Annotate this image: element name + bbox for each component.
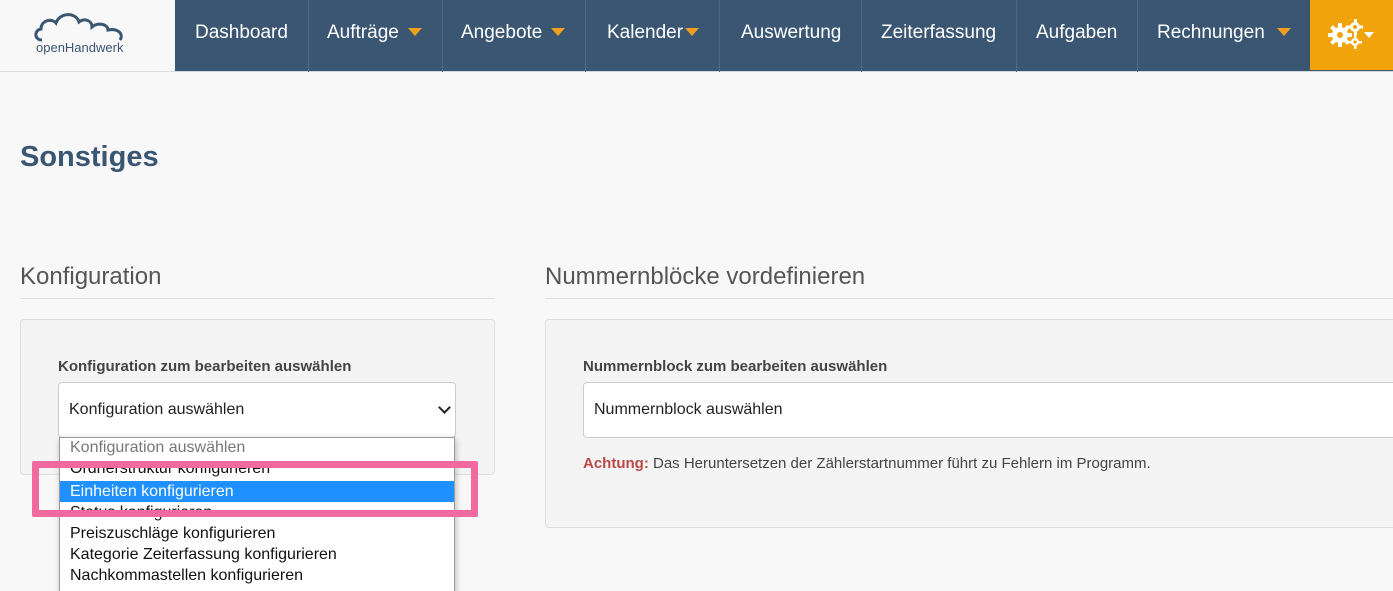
nav-rechnungen[interactable]: Rechnungen [1137,0,1311,72]
nav-aufgaben[interactable]: Aufgaben [1016,0,1139,72]
nav-label: Dashboard [195,22,288,43]
dropdown-option[interactable]: Ordnerstruktur konfigurieren [60,458,454,479]
config-select-value: Konfiguration auswählen [69,401,245,418]
nav-label: Aufträge [327,22,399,43]
gears-icon [1328,19,1374,49]
config-dropdown-list[interactable]: Konfiguration auswählen Ordnerstruktur k… [59,437,455,591]
nav-label: Zeiterfassung [881,22,997,43]
dropdown-option[interactable]: Status konfigurieren [60,502,454,523]
warning-prefix: Achtung: [583,455,649,472]
top-navbar: openHandwerk Dashboard Aufträge Angebote… [0,0,1393,72]
divider [545,298,1393,299]
dropdown-option[interactable]: Nachkommastellen konfigurieren [60,565,454,586]
numbers-select-label: Nummernblock zum bearbeiten auswählen [583,358,888,375]
dropdown-option[interactable]: Konfiguration auswählen [60,438,454,458]
nav-kalender[interactable]: Kalender [587,0,721,72]
warning-text: Achtung: Das Heruntersetzen der Zählerst… [583,455,1151,472]
cloud-icon [34,13,123,42]
divider [20,298,495,299]
nav-auftraege[interactable]: Aufträge [307,0,443,72]
numbers-select-value: Nummernblock auswählen [594,401,783,418]
numbers-heading: Nummernblöcke vordefinieren [545,263,866,290]
nav-angebote[interactable]: Angebote [441,0,587,72]
nav-label: Angebote [461,22,543,43]
config-heading: Konfiguration [20,263,162,290]
chevron-down-icon [438,401,451,414]
dropdown-option[interactable]: Preiszuschläge konfigurieren [60,523,454,544]
brand-name: openHandwerk [36,40,124,55]
caret-down-icon [407,28,422,36]
config-select[interactable]: Konfiguration auswählen [58,382,456,438]
nav-label: Kalender [607,22,684,43]
brand-logo[interactable]: openHandwerk [0,0,175,72]
page-title: Sonstiges [20,141,159,173]
caret-down-icon [1364,32,1374,38]
config-select-label: Konfiguration zum bearbeiten auswählen [58,358,352,375]
settings-menu-button[interactable] [1310,0,1393,70]
nav-label: Aufgaben [1036,22,1118,43]
dropdown-option-selected[interactable]: Einheiten konfigurieren [60,481,454,502]
caret-down-icon [1276,28,1291,36]
dropdown-option[interactable]: Kategorie Zeiterfassung konfigurieren [60,544,454,565]
nav-label: Auswertung [741,22,842,43]
caret-down-icon [551,28,566,36]
nav-zeiterfassung[interactable]: Zeiterfassung [861,0,1018,72]
caret-down-icon [685,28,700,36]
numbers-select[interactable]: Nummernblock auswählen [583,382,1393,438]
nav-label: Rechnungen [1157,22,1265,43]
warning-message: Das Heruntersetzen der Zählerstartnummer… [648,455,1151,472]
nav-auswertung[interactable]: Auswertung [721,0,863,72]
nav-dashboard[interactable]: Dashboard [175,0,309,72]
